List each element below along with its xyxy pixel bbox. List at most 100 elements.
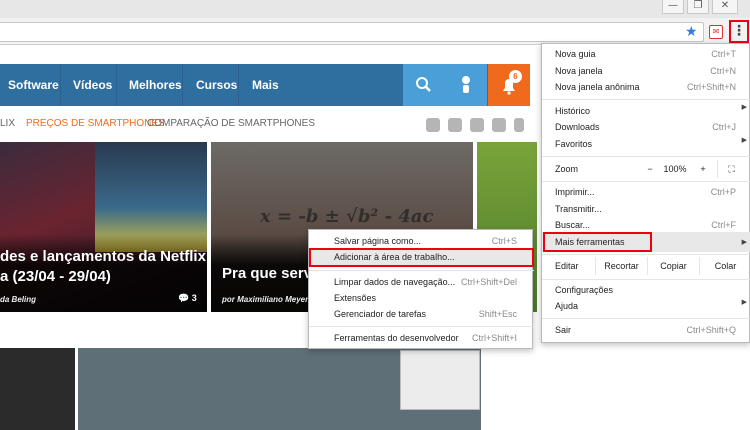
fullscreen-icon[interactable]: ⛶ xyxy=(717,160,745,178)
menu-item-find[interactable]: Buscar... Ctrl+F xyxy=(542,217,750,233)
menu-item-extensions[interactable]: Extensões xyxy=(309,290,534,306)
menu-item-add-to-desktop[interactable]: Adicionar à área de trabalho... xyxy=(309,248,534,267)
chevron-right-icon: ▶ xyxy=(741,238,747,246)
menu-item-settings[interactable]: Configurações xyxy=(542,282,750,298)
menu-item-shortcut: Ctrl+N xyxy=(710,66,736,76)
subnav-precos-smartphones[interactable]: PREÇOS DE SMARTPHONES xyxy=(26,118,165,129)
comment-count[interactable]: 💬 3 xyxy=(178,293,197,304)
instagram-icon[interactable] xyxy=(470,118,484,132)
minimize-button[interactable]: — xyxy=(662,0,684,14)
edit-label: Editar xyxy=(555,261,579,271)
chevron-right-icon: ▶ xyxy=(741,298,747,306)
menu-item-label: Configurações xyxy=(555,285,614,295)
menu-item-help[interactable]: Ajuda ▶ xyxy=(542,298,750,314)
notification-count-badge: 6 xyxy=(509,70,522,83)
cut-button[interactable]: Recortar xyxy=(595,257,647,275)
menu-separator xyxy=(542,279,750,280)
menu-item-new-window[interactable]: Nova janela Ctrl+N xyxy=(542,63,750,79)
zoom-out-button[interactable]: − xyxy=(639,160,661,178)
comment-count-value: 3 xyxy=(191,293,197,303)
menu-item-print[interactable]: Imprimir... Ctrl+P xyxy=(542,184,750,200)
menu-item-new-tab[interactable]: Nova guia Ctrl+T xyxy=(542,46,750,62)
menu-item-label: Ajuda xyxy=(555,301,579,311)
paste-button[interactable]: Colar xyxy=(699,257,750,275)
article-card-netflix[interactable]: des e lançamentos da Netflix na a (23/04… xyxy=(0,142,207,312)
site-notifications-button[interactable]: 6 xyxy=(488,64,530,106)
menu-item-shortcut: Shift+Esc xyxy=(478,309,517,319)
twitter-icon[interactable] xyxy=(448,118,462,132)
menu-item-label: Sair xyxy=(555,325,572,335)
chevron-right-icon: ▶ xyxy=(741,136,747,144)
menu-item-label: Adicionar à área de trabalho... xyxy=(334,252,455,262)
article-author: por Maximiliano Meyer xyxy=(222,295,309,304)
close-window-button[interactable]: ✕ xyxy=(712,0,738,14)
restore-button[interactable]: ❐ xyxy=(687,0,709,14)
menu-item-clear-browsing-data[interactable]: Limpar dados de navegação... Ctrl+Shift+… xyxy=(309,274,534,290)
bell-icon xyxy=(503,79,515,95)
screenshot-window-image xyxy=(400,350,480,410)
menu-item-shortcut: Ctrl+P xyxy=(710,187,736,197)
menu-item-label: Downloads xyxy=(555,122,600,132)
menu-item-label: Mais ferramentas xyxy=(555,237,625,247)
article-author: da Beling xyxy=(0,295,37,304)
menu-item-shortcut: Ctrl+Shift+I xyxy=(471,333,517,343)
site-user-button[interactable] xyxy=(445,64,487,106)
menu-item-label: Extensões xyxy=(334,293,377,303)
chrome-menu-button[interactable]: ⋮ xyxy=(729,20,749,43)
menu-item-task-manager[interactable]: Gerenciador de tarefas Shift+Esc xyxy=(309,306,534,322)
menu-item-label: Imprimir... xyxy=(555,187,595,197)
article-title-line2: a (23/04 - 29/04) xyxy=(0,268,111,285)
facebook-icon[interactable] xyxy=(426,118,440,132)
menu-item-label: Limpar dados de navegação... xyxy=(334,277,456,287)
zoom-row: Zoom − 100% + ⛶ xyxy=(542,160,750,178)
user-icon xyxy=(462,76,470,93)
chrome-main-menu: Nova guia Ctrl+T Nova janela Ctrl+N Nova… xyxy=(541,43,750,343)
copy-button[interactable]: Copiar xyxy=(647,257,699,275)
menu-item-developer-tools[interactable]: Ferramentas do desenvolvedor Ctrl+Shift+… xyxy=(309,330,534,346)
zoom-in-button[interactable]: + xyxy=(692,160,714,178)
zoom-label: Zoom xyxy=(555,164,579,174)
menu-item-label: Nova janela anônima xyxy=(555,82,640,92)
site-search-button[interactable] xyxy=(403,64,445,106)
youtube-icon[interactable] xyxy=(492,118,506,132)
menu-item-shortcut: Ctrl+Shift+N xyxy=(686,82,736,92)
menu-item-shortcut: Ctrl+Shift+Q xyxy=(686,325,736,335)
more-tools-submenu: Salvar página como... Ctrl+S Adicionar à… xyxy=(308,229,534,349)
menu-separator xyxy=(542,99,750,100)
menu-separator xyxy=(542,181,750,182)
menu-item-shortcut: Ctrl+S xyxy=(491,236,517,246)
menu-separator xyxy=(542,156,750,157)
subnav-netflix[interactable]: LIX xyxy=(0,118,15,129)
rss-icon[interactable] xyxy=(514,118,524,132)
nav-melhores[interactable]: Melhores xyxy=(117,64,183,106)
nav-software[interactable]: Software xyxy=(0,64,61,106)
subnav-comparacao-smartphones[interactable]: COMPARAÇÃO DE SMARTPHONES xyxy=(147,118,315,129)
menu-item-incognito-window[interactable]: Nova janela anônima Ctrl+Shift+N xyxy=(542,79,750,95)
menu-item-cast[interactable]: Transmitir... xyxy=(542,201,750,217)
menu-item-exit[interactable]: Sair Ctrl+Shift+Q xyxy=(542,322,750,338)
menu-item-shortcut: Ctrl+T xyxy=(711,49,736,59)
nav-mais-conteudo[interactable]: Mais conteúdo xyxy=(239,64,329,134)
menu-item-bookmarks[interactable]: Favoritos ▶ xyxy=(542,136,750,152)
article-title[interactable]: des e lançamentos da Netflix na a (23/04… xyxy=(0,247,207,287)
nav-cursos[interactable]: Cursos xyxy=(183,64,239,106)
bookmark-star-icon[interactable]: ★ xyxy=(685,24,698,40)
menu-separator xyxy=(309,326,534,327)
search-icon xyxy=(416,77,431,92)
article-thumbnail[interactable] xyxy=(0,348,75,430)
menu-item-label: Gerenciador de tarefas xyxy=(334,309,427,319)
extension-icon[interactable]: ✉ xyxy=(709,25,723,39)
article-title[interactable]: Pra que serve xyxy=(222,264,320,284)
menu-item-save-page[interactable]: Salvar página como... Ctrl+S xyxy=(309,233,534,249)
menu-item-history[interactable]: Histórico ▶ xyxy=(542,103,750,119)
menu-item-label: Nova janela xyxy=(555,66,603,76)
menu-item-shortcut: Ctrl+J xyxy=(712,122,736,132)
site-navigation: Software Vídeos Melhores Cursos Mais con… xyxy=(0,64,530,134)
menu-item-label: Nova guia xyxy=(555,49,596,59)
menu-item-more-tools[interactable]: Mais ferramentas ▶ xyxy=(542,232,750,252)
menu-separator xyxy=(542,254,750,255)
address-bar[interactable]: ★ xyxy=(0,22,704,42)
menu-item-label: Ferramentas do desenvolvedor xyxy=(334,333,459,343)
menu-item-downloads[interactable]: Downloads Ctrl+J xyxy=(542,119,750,135)
nav-videos[interactable]: Vídeos xyxy=(61,64,117,106)
